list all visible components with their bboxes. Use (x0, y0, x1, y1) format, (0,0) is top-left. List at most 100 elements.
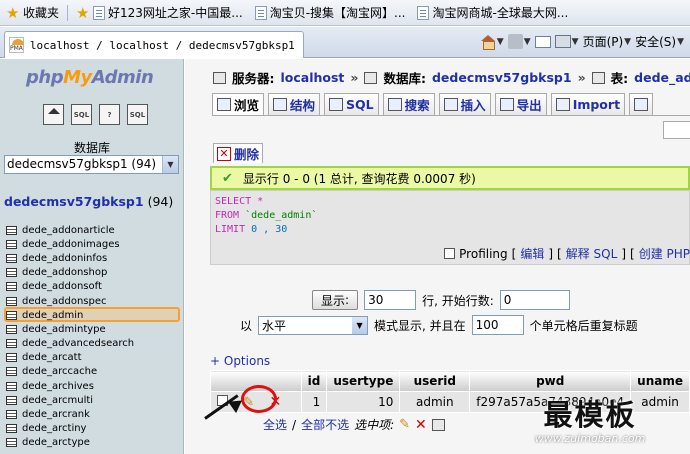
table-name[interactable]: dede_admintype (22, 324, 106, 335)
breadcrumb-server-label: 服务器: (232, 71, 275, 86)
select-all-link[interactable]: 全选 (263, 416, 287, 433)
table-item[interactable]: dede_addonimages (6, 237, 134, 251)
table-name[interactable]: dede_arctiny (22, 423, 86, 434)
table-item[interactable]: dede_arctiny (6, 422, 134, 436)
print-button[interactable]: ▼ (554, 35, 579, 48)
table-name[interactable]: dede_arccache (22, 366, 97, 377)
phpmyadmin-logo[interactable]: phpMyAdmin (26, 67, 154, 88)
export-selected-icon[interactable] (431, 418, 445, 431)
safety-menu[interactable]: 安全(S) ▼ (635, 33, 684, 50)
table-name[interactable]: dede_addonimages (22, 239, 120, 250)
tab-insert[interactable]: 插入 (438, 93, 491, 115)
tab-browse[interactable]: 浏览 (212, 93, 265, 115)
favorite-link-hao123[interactable]: ★ 好123网址之家-中国最... (70, 2, 249, 24)
header-uname[interactable]: uname (630, 370, 690, 392)
table-item[interactable]: dede_arcatt (6, 351, 134, 365)
mail-button[interactable] (534, 35, 551, 48)
header-userid[interactable]: userid (399, 370, 471, 392)
tab-structure[interactable]: 结构 (268, 93, 321, 115)
favorite-link-taobei[interactable]: 淘宝贝-搜集【淘宝网】... (249, 2, 412, 24)
table-item-active[interactable]: dede_admin (6, 308, 134, 322)
table-icon (6, 339, 17, 349)
database-select[interactable]: dedecmsv57gbksp1 (94) ▼ (4, 155, 179, 174)
rows-input[interactable]: 30 (364, 290, 417, 310)
table-item[interactable]: dede_addonarticle (6, 223, 134, 237)
table-name[interactable]: dede_addoninfos (22, 253, 107, 264)
table-item[interactable]: dede_archives (6, 379, 134, 393)
breadcrumb-server-link[interactable]: localhost (281, 70, 345, 85)
header-usertype[interactable]: usertype (326, 370, 401, 392)
table-item[interactable]: dede_admintype (6, 322, 134, 336)
check-icon: ✔ (222, 170, 233, 186)
database-name-link[interactable]: dedecmsv57gbksp1 (4, 194, 144, 209)
edit-selected-icon[interactable]: ✎ (399, 417, 410, 432)
tab-search[interactable]: 搜索 (382, 93, 435, 115)
browser-tab[interactable]: PMA localhost / localhost / dedecmsv57gb… (4, 31, 304, 58)
header-pwd[interactable]: pwd (469, 370, 632, 392)
table-name[interactable]: dede_advancedsearch (22, 338, 134, 349)
help-icon[interactable]: ? (99, 104, 120, 125)
page-menu[interactable]: 页面(P) ▼ (583, 33, 632, 50)
table-item[interactable]: dede_arcmulti (6, 393, 134, 407)
table-icon (6, 353, 17, 363)
deselect-all-link[interactable]: 全部不选 (301, 416, 349, 433)
display-mode-select[interactable]: 水平 ▼ (258, 315, 369, 335)
table-item[interactable]: dede_arctype (6, 436, 134, 450)
repeat-headers-input[interactable]: 100 (471, 315, 524, 335)
table-name[interactable]: dede_addonshop (22, 267, 107, 278)
favorites-button[interactable]: ★ 收藏夹 (0, 2, 65, 24)
tab-empty[interactable] (663, 121, 690, 139)
table-item[interactable]: dede_addoninfos (6, 251, 134, 265)
tab-label: SQL (346, 97, 374, 112)
edit-sql-link[interactable]: 编辑 (520, 245, 544, 262)
watermark-url: www.zuimoban.com (534, 432, 646, 445)
favorite-link-taobao-mall[interactable]: 淘宝网商城-全球最大网... (411, 2, 574, 24)
tab-export[interactable]: 导出 (494, 93, 547, 115)
breadcrumb-db-link[interactable]: dedecmsv57gbksp1 (432, 70, 572, 85)
table-item[interactable]: dede_arccache (6, 365, 134, 379)
table-name[interactable]: dede_archives (22, 381, 94, 392)
header-id[interactable]: id (300, 370, 328, 392)
table-name[interactable]: dede_arcatt (22, 352, 82, 363)
show-button[interactable]: 显示: (312, 290, 359, 310)
table-name[interactable]: dede_addonspec (22, 296, 107, 307)
tab-divider (212, 115, 690, 116)
chevron-down-icon: ▼ (677, 36, 684, 47)
create-php-link[interactable]: 创建 PHP (639, 245, 690, 262)
page-icon (93, 5, 106, 20)
chevron-down-icon: ▼ (571, 36, 579, 47)
table-item[interactable]: dede_addonshop (6, 266, 134, 280)
table-name[interactable]: dede_arcmulti (22, 395, 93, 406)
structure-icon (273, 98, 288, 111)
tab-sql[interactable]: SQL (324, 93, 379, 115)
chevron-down-icon: ▼ (496, 36, 504, 47)
table-name[interactable]: dede_arctype (22, 437, 90, 448)
start-row-input[interactable]: 0 (499, 290, 570, 310)
breadcrumb-table-link[interactable]: dede_admin (634, 70, 690, 85)
tab-empty-table[interactable]: ✕ 删除 (213, 143, 264, 163)
table-name[interactable]: dede_arcrank (22, 409, 90, 420)
table-item[interactable]: dede_advancedsearch (6, 337, 134, 351)
table-item[interactable]: dede_addonsoft (6, 280, 134, 294)
chevron-down-icon: ▼ (162, 156, 178, 173)
tab-operations[interactable] (629, 93, 654, 115)
favorite-link-label: 淘宝网商城-全球最大网... (432, 6, 569, 20)
sql-icon[interactable]: SQL (71, 104, 92, 125)
tab-import[interactable]: Import (550, 93, 626, 115)
home-button[interactable]: ▼ (480, 34, 504, 50)
table-name[interactable]: dede_addonarticle (22, 225, 115, 236)
table-name[interactable]: dede_admin (22, 310, 83, 321)
feeds-button[interactable]: ▼ (507, 34, 531, 49)
docs-icon[interactable]: SQL (127, 104, 148, 125)
table-item[interactable]: dede_addonspec (6, 294, 134, 308)
start-label: 行, 开始行数: (422, 293, 494, 308)
table-name[interactable]: dede_addonsoft (22, 281, 102, 292)
sql-table-name: `dede_admin` (245, 210, 318, 221)
delete-selected-icon[interactable]: ✕ (415, 417, 427, 433)
table-item[interactable]: dede_arcrank (6, 407, 134, 421)
current-database[interactable]: dedecmsv57gbksp1 (94) (4, 194, 173, 209)
options-link[interactable]: + Options (210, 354, 270, 368)
home-icon[interactable] (43, 104, 64, 125)
profiling-checkbox[interactable] (444, 248, 456, 259)
explain-sql-link[interactable]: 解释 SQL (566, 245, 618, 262)
